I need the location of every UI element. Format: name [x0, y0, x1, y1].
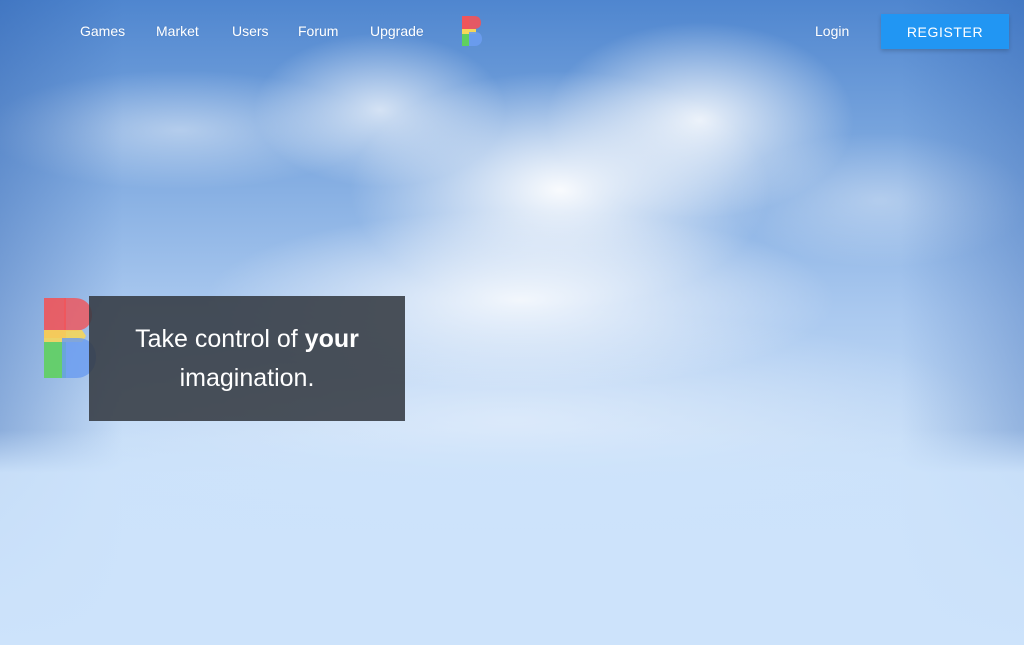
nav-link-games[interactable]: Games [80, 23, 125, 39]
horizon-haze [0, 430, 1024, 645]
b-logo-icon[interactable] [461, 16, 483, 48]
nav-link-market[interactable]: Market [156, 23, 199, 39]
hero-tagline: Take control of your imagination. [135, 320, 359, 398]
nav-link-upgrade[interactable]: Upgrade [370, 23, 424, 39]
login-link[interactable]: Login [815, 23, 849, 39]
hero-tagline-start: Take control of [135, 324, 305, 353]
nav-link-users[interactable]: Users [232, 23, 269, 39]
top-navbar: Games Market Users Forum Upgrade Login R… [0, 0, 1024, 64]
hero-tagline-card: Take control of your imagination. [89, 296, 405, 421]
landing-page: Games Market Users Forum Upgrade Login R… [0, 0, 1024, 645]
register-button[interactable]: REGISTER [881, 14, 1009, 49]
hero-tagline-end: imagination. [179, 363, 315, 392]
hero-tagline-emphasis: your [304, 324, 359, 353]
nav-link-forum[interactable]: Forum [298, 23, 338, 39]
b-logo-icon [44, 298, 96, 378]
